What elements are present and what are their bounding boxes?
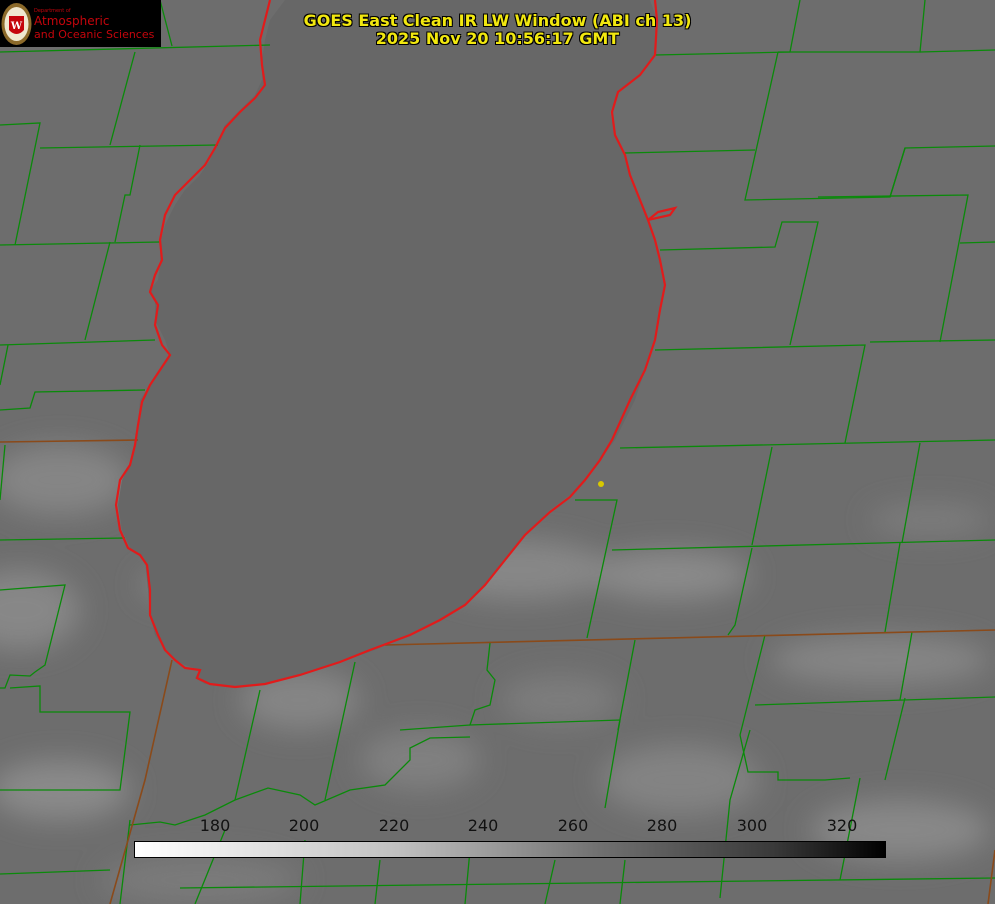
university-logo: W Department of Atmospheric and Oceanic …: [0, 0, 161, 47]
location-marker: [598, 481, 604, 487]
colorbar-tick-label: 300: [736, 816, 768, 835]
temperature-colorbar: [134, 841, 886, 858]
colorbar-tick-label: 240: [467, 816, 499, 835]
university-seal-icon: W: [1, 3, 32, 45]
colorbar-tick-label: 180: [199, 816, 231, 835]
colorbar-tick-label: 280: [646, 816, 678, 835]
logo-line-1: Atmospheric: [34, 14, 110, 28]
map-layer: [0, 0, 995, 904]
colorbar-tick-label: 200: [288, 816, 320, 835]
colorbar-tick-label: 320: [826, 816, 858, 835]
svg-text:W: W: [10, 21, 23, 32]
colorbar-tick-label: 260: [557, 816, 589, 835]
colorbar-tick-label: 220: [378, 816, 410, 835]
satellite-image: GOES East Clean IR LW Window (ABI ch 13)…: [0, 0, 995, 904]
logo-line-2: and Oceanic Sciences: [34, 28, 155, 41]
